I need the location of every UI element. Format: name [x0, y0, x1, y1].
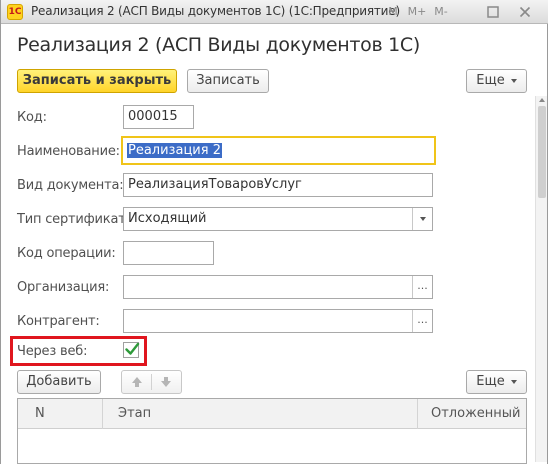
column-header-deferred[interactable]: Отложенный: [431, 399, 521, 429]
vertical-scrollbar[interactable]: [535, 96, 547, 462]
organization-field[interactable]: ...: [123, 275, 433, 299]
column-divider: [417, 399, 418, 429]
save-button[interactable]: Записать: [187, 69, 269, 93]
scroll-up-icon[interactable]: [539, 98, 545, 102]
stages-table[interactable]: N Этап Отложенный: [17, 398, 527, 464]
dropdown-button[interactable]: [412, 208, 432, 230]
toolbar-separator: [151, 374, 152, 390]
doc-type-field[interactable]: РеализацияТоваровУслуг: [123, 173, 433, 197]
organization-select-button[interactable]: ...: [412, 276, 432, 298]
op-code-label: Код операции:: [17, 246, 116, 261]
1c-logo-icon: 1С: [7, 4, 23, 20]
form-window: 1С Реализация 2 (АСП Виды документов 1С)…: [0, 0, 548, 464]
more-button[interactable]: Еще: [466, 69, 527, 93]
code-label: Код:: [17, 110, 47, 125]
table-more-button-label: Еще: [476, 374, 505, 389]
column-header-n[interactable]: N: [35, 399, 45, 429]
table-more-button[interactable]: Еще: [466, 370, 527, 394]
save-and-close-button[interactable]: Записать и закрыть: [17, 69, 177, 93]
scrollbar-thumb[interactable]: [538, 106, 546, 198]
window-control-m[interactable]: M: [382, 3, 404, 21]
chevron-down-icon: [510, 379, 517, 384]
organization-label: Организация:: [17, 280, 110, 295]
more-button-label: Еще: [476, 73, 505, 88]
table-header: N Этап Отложенный: [18, 399, 526, 429]
window-control-m-minus[interactable]: M-: [430, 3, 452, 21]
arrow-down-icon[interactable]: [159, 375, 173, 389]
maximize-icon[interactable]: [481, 3, 505, 21]
cert-type-value: Исходящий: [128, 211, 207, 226]
highlight-frame: [10, 336, 147, 366]
column-divider: [102, 399, 103, 429]
code-field[interactable]: 000015: [123, 105, 194, 129]
cert-type-select[interactable]: Исходящий: [123, 207, 433, 231]
window-control-m-plus[interactable]: M+: [406, 3, 428, 21]
move-buttons: [121, 370, 182, 394]
chevron-down-icon: [510, 78, 517, 83]
name-field[interactable]: Реализация 2: [121, 136, 436, 165]
doc-type-label: Вид документа:: [17, 178, 124, 193]
op-code-field[interactable]: [123, 241, 214, 265]
counterparty-select-button[interactable]: ...: [412, 310, 432, 332]
page-title: Реализация 2 (АСП Виды документов 1С): [17, 34, 420, 56]
chevron-down-icon: [420, 217, 426, 221]
cert-type-label: Тип сертификата:: [17, 212, 138, 227]
name-label: Наименование:: [17, 144, 120, 159]
window-title: Реализация 2 (АСП Виды документов 1С) (1…: [31, 4, 400, 18]
add-button[interactable]: Добавить: [17, 370, 101, 394]
close-icon[interactable]: [511, 3, 539, 21]
counterparty-field[interactable]: ...: [123, 309, 433, 333]
name-field-text: Реализация 2: [127, 143, 222, 158]
column-header-stage[interactable]: Этап: [118, 399, 151, 429]
title-bar: 1С Реализация 2 (АСП Виды документов 1С)…: [1, 0, 548, 24]
counterparty-label: Контрагент:: [17, 314, 100, 329]
arrow-up-icon[interactable]: [130, 375, 144, 389]
